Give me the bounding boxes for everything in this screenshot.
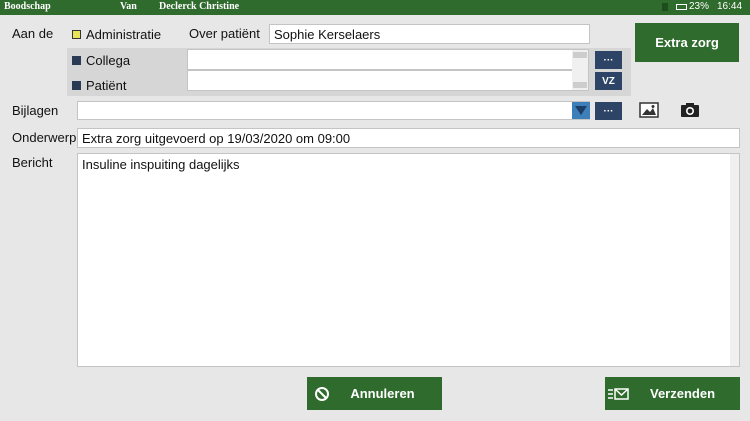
send-mail-icon — [608, 388, 629, 400]
extra-zorg-button[interactable]: Extra zorg — [635, 23, 739, 62]
van-label: Van — [120, 1, 137, 12]
send-button[interactable]: Verzenden — [605, 377, 740, 410]
recipient-label: Patiënt — [86, 78, 127, 93]
more-options-button[interactable]: ··· — [595, 51, 622, 69]
battery-icon — [676, 4, 687, 10]
vz-button[interactable]: VZ — [595, 72, 622, 90]
clock: 16:44 — [717, 1, 743, 12]
patient-field[interactable]: Sophie Kerselaers — [269, 24, 590, 44]
battery-percent: 23% — [689, 1, 710, 12]
scroll-down-arrow-icon[interactable] — [573, 82, 587, 88]
scroll-up-arrow-icon[interactable] — [573, 52, 587, 58]
cancel-button[interactable]: Annuleren — [307, 377, 442, 410]
app-title: Boodschap — [4, 1, 51, 12]
sender-name: Declerck Christine — [159, 1, 240, 12]
recipient-list-field-1[interactable] — [187, 49, 589, 70]
aan-de-label: Aan de — [12, 26, 54, 41]
bericht-scrollbar[interactable] — [730, 154, 739, 366]
onderwerp-field[interactable]: Extra zorg uitgevoerd op 19/03/2020 om 0… — [77, 128, 740, 148]
recipient-patient[interactable]: Patiënt — [72, 78, 126, 93]
checkbox-checked-icon[interactable] — [72, 30, 81, 39]
recipient-list-field-2[interactable] — [187, 70, 589, 91]
recipient-scrollbar[interactable] — [572, 50, 588, 90]
bijlagen-label: Bijlagen — [12, 103, 59, 118]
camera-icon[interactable] — [680, 102, 700, 118]
bijlagen-select[interactable] — [77, 101, 590, 120]
image-icon[interactable] — [639, 102, 659, 118]
chevron-down-icon — [575, 106, 587, 115]
recipient-collega[interactable]: Collega — [72, 53, 130, 68]
recipient-administratie[interactable]: Administratie — [72, 27, 161, 42]
cancel-label: Annuleren — [350, 386, 415, 401]
checkbox-unchecked-icon[interactable] — [72, 81, 81, 90]
onderwerp-label: Onderwerp — [12, 130, 77, 145]
attachment-more-button[interactable]: ··· — [595, 102, 622, 120]
recipient-label: Collega — [86, 53, 131, 68]
send-label: Verzenden — [649, 386, 716, 401]
title-bar: Boodschap Van Declerck Christine 23% 16:… — [0, 0, 750, 15]
cancel-icon — [315, 387, 329, 401]
checkbox-unchecked-icon[interactable] — [72, 56, 81, 65]
bericht-textarea[interactable]: Insuline inspuiting dagelijks — [77, 153, 740, 367]
recipient-label: Administratie — [86, 27, 162, 42]
over-patient-label: Over patiënt — [189, 26, 260, 41]
bericht-label: Bericht — [12, 155, 53, 170]
signal-icon — [662, 3, 668, 11]
dropdown-arrow-button[interactable] — [572, 102, 590, 119]
